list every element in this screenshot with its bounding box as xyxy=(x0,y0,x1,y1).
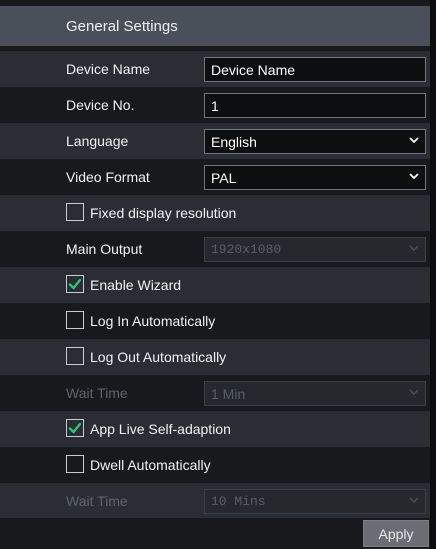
device-no-row: Device No. 1 xyxy=(0,87,436,123)
chevron-down-icon xyxy=(409,243,419,253)
chevron-down-icon xyxy=(409,135,419,145)
fixed-display-checkbox[interactable] xyxy=(66,203,84,221)
section-header: General Settings xyxy=(0,6,436,46)
checkmark-icon xyxy=(68,422,82,434)
log-in-auto-checkbox[interactable] xyxy=(66,311,84,329)
language-select[interactable]: English xyxy=(204,129,426,154)
language-label: Language xyxy=(66,133,129,149)
dwell-wait-time-row: Wait Time 10 Mins xyxy=(0,483,436,519)
wait-time-select: 1 Min xyxy=(204,381,426,406)
checkmark-icon xyxy=(68,278,82,290)
settings-panel: General Settings Device Name Device Name… xyxy=(0,0,436,549)
enable-wizard-label: Enable Wizard xyxy=(90,277,182,293)
video-format-label: Video Format xyxy=(66,169,150,185)
device-no-label: Device No. xyxy=(66,97,135,113)
main-output-row: Main Output 1920x1080 xyxy=(0,231,436,267)
enable-wizard-checkbox[interactable] xyxy=(66,275,84,293)
fixed-display-label: Fixed display resolution xyxy=(90,205,237,221)
log-in-auto-label: Log In Automatically xyxy=(90,313,216,329)
main-output-select: 1920x1080 xyxy=(204,237,426,262)
chevron-down-icon xyxy=(409,495,419,505)
log-out-auto-label: Log Out Automatically xyxy=(90,349,227,365)
fixed-display-row: Fixed display resolution xyxy=(0,195,436,231)
device-no-value: 1 xyxy=(211,97,219,114)
dwell-auto-checkbox[interactable] xyxy=(66,455,84,473)
dwell-wait-time-select: 10 Mins xyxy=(204,489,426,514)
chevron-down-icon xyxy=(409,171,419,181)
section-title: General Settings xyxy=(66,17,178,35)
app-live-row: App Live Self-adaption xyxy=(0,411,436,447)
dwell-auto-row: Dwell Automatically xyxy=(0,447,436,483)
device-name-row: Device Name Device Name xyxy=(0,51,436,87)
footer-bar: Apply xyxy=(0,518,436,549)
device-no-input[interactable]: 1 xyxy=(204,93,426,118)
main-output-label: Main Output xyxy=(66,241,143,257)
app-live-checkbox[interactable] xyxy=(66,419,84,437)
chevron-down-icon xyxy=(409,387,419,397)
video-format-row: Video Format PAL xyxy=(0,159,436,195)
log-in-auto-row: Log In Automatically xyxy=(0,303,436,339)
enable-wizard-row: Enable Wizard xyxy=(0,267,436,303)
wait-time-row: Wait Time 1 Min xyxy=(0,375,436,411)
dwell-wait-time-value: 10 Mins xyxy=(211,494,266,509)
apply-button[interactable]: Apply xyxy=(363,520,429,547)
language-value: English xyxy=(211,133,257,150)
device-name-value: Device Name xyxy=(211,61,296,78)
device-name-input[interactable]: Device Name xyxy=(204,57,426,82)
wait-time-value: 1 Min xyxy=(211,385,246,402)
video-format-value: PAL xyxy=(211,169,237,186)
main-output-value: 1920x1080 xyxy=(211,242,282,257)
device-name-label: Device Name xyxy=(66,61,151,77)
language-row: Language English xyxy=(0,123,436,159)
dwell-auto-label: Dwell Automatically xyxy=(90,457,211,473)
panel-edge xyxy=(430,0,436,549)
wait-time-label: Wait Time xyxy=(66,385,128,401)
video-format-select[interactable]: PAL xyxy=(204,165,426,190)
log-out-auto-checkbox[interactable] xyxy=(66,347,84,365)
dwell-wait-time-label: Wait Time xyxy=(66,493,128,509)
log-out-auto-row: Log Out Automatically xyxy=(0,339,436,375)
app-live-label: App Live Self-adaption xyxy=(90,421,231,437)
